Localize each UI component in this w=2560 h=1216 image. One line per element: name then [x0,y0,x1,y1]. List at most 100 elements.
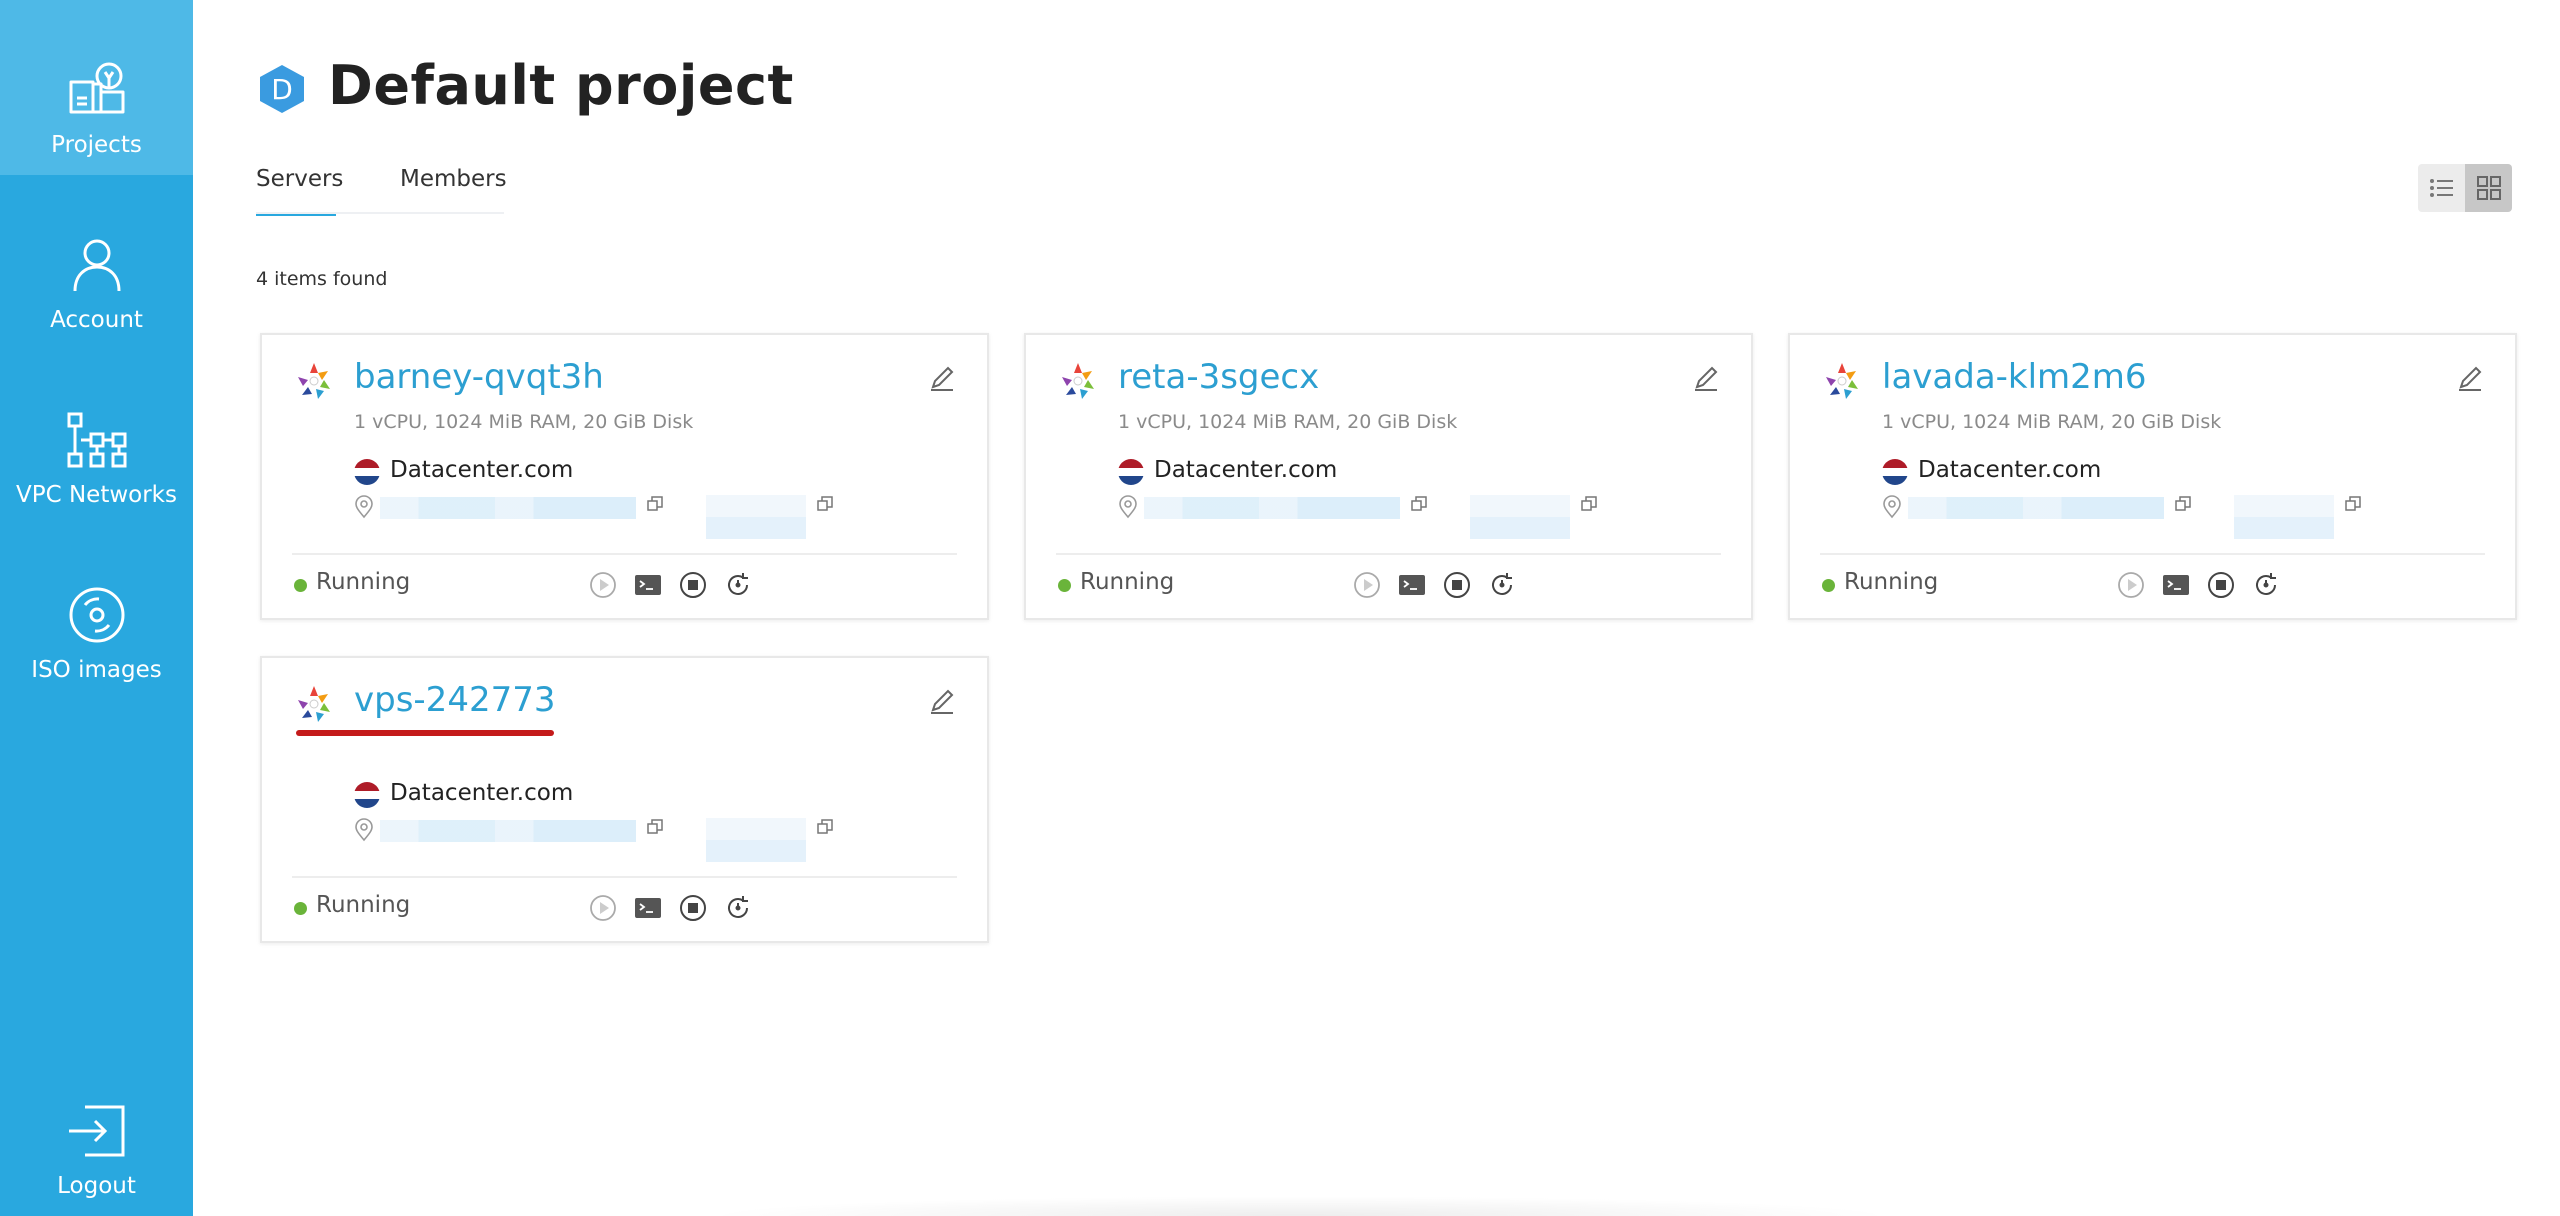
highlight-underline [296,730,554,736]
os-logo-icon [1056,359,1100,403]
logout-icon [65,1099,129,1163]
copy-icon[interactable] [2344,495,2362,513]
server-card[interactable]: vps-242773 Datacenter.com Running [260,656,989,943]
vpc-networks-icon [65,408,129,472]
ipv6-address-redacted [1470,495,1570,539]
sidebar-item-iso-images[interactable]: ISO images [0,525,193,700]
restart-icon [728,573,748,595]
tabs: Servers Members [256,166,507,216]
datacenter-name: Datacenter.com [390,457,574,483]
console-button[interactable] [2161,570,2191,600]
list-view-button[interactable] [2418,164,2465,212]
play-icon [590,895,616,921]
restart-button[interactable] [723,570,753,600]
app-root: Projects Account VPC Networks ISO images… [0,0,2560,1216]
server-name-link[interactable]: reta-3sgecx [1118,357,1319,397]
iso-images-icon [65,583,129,647]
tab-servers[interactable]: Servers [256,166,343,216]
sidebar-item-label: Account [50,307,143,333]
netherlands-flag-icon [1882,459,1908,485]
copy-icon[interactable] [646,495,664,513]
play-icon [2118,572,2144,598]
restart-button[interactable] [723,893,753,923]
copy-icon[interactable] [1580,495,1598,513]
os-logo-icon [1820,359,1864,403]
items-count: 4 items found [256,268,388,290]
sidebar-item-vpc-networks[interactable]: VPC Networks [0,350,193,525]
server-name-link[interactable]: vps-242773 [354,680,555,720]
grid-view-button[interactable] [2465,164,2512,212]
console-button[interactable] [1397,570,1427,600]
start-button[interactable] [588,893,618,923]
ip-address-redacted [1908,497,2164,519]
card-divider [1820,553,2485,555]
logout-button[interactable]: Logout [0,1041,193,1216]
status-text: Running [1080,569,1175,595]
restart-button[interactable] [2251,570,2281,600]
netherlands-flag-icon [354,459,380,485]
copy-icon[interactable] [1410,495,1428,513]
copy-icon[interactable] [816,495,834,513]
server-card[interactable]: barney-qvqt3h 1 vCPU, 1024 MiB RAM, 20 G… [260,333,989,620]
datacenter-name: Datacenter.com [390,780,574,806]
location-pin-icon [354,495,374,519]
terminal-icon [2163,575,2189,595]
edit-icon[interactable] [927,686,957,716]
copy-icon[interactable] [2174,495,2192,513]
project-badge-letter: D [271,72,293,106]
tab-members[interactable]: Members [400,166,507,214]
edit-icon[interactable] [927,363,957,393]
page-title: Default project [328,54,794,117]
start-button[interactable] [588,570,618,600]
ip-address-redacted [380,820,636,842]
card-divider [292,553,957,555]
stop-button[interactable] [678,893,708,923]
status-dot [294,579,307,592]
console-button[interactable] [633,893,663,923]
server-name-link[interactable]: barney-qvqt3h [354,357,604,397]
sidebar-item-projects[interactable]: Projects [0,0,193,175]
netherlands-flag-icon [1118,459,1144,485]
restart-icon [728,896,748,918]
server-name-link[interactable]: lavada-klm2m6 [1882,357,2147,397]
status-dot [1822,579,1835,592]
server-specs: 1 vCPU, 1024 MiB RAM, 20 GiB Disk [1882,411,2222,433]
status-dot [1058,579,1071,592]
copy-icon[interactable] [816,818,834,836]
stop-icon [680,895,706,921]
stop-button[interactable] [678,570,708,600]
terminal-icon [635,898,661,918]
bottom-shadow [700,1196,1900,1216]
stop-button[interactable] [2206,570,2236,600]
sidebar-item-account[interactable]: Account [0,175,193,350]
terminal-icon [635,575,661,595]
start-button[interactable] [1352,570,1382,600]
server-card[interactable]: reta-3sgecx 1 vCPU, 1024 MiB RAM, 20 GiB… [1024,333,1753,620]
status-text: Running [316,569,411,595]
start-button[interactable] [2116,570,2146,600]
list-view-icon [2429,179,2453,197]
sidebar-item-label: ISO images [31,657,162,683]
stop-icon [1444,572,1470,598]
play-icon [590,572,616,598]
edit-icon[interactable] [1691,363,1721,393]
edit-icon[interactable] [2455,363,2485,393]
card-divider [1056,553,1721,555]
server-card[interactable]: lavada-klm2m6 1 vCPU, 1024 MiB RAM, 20 G… [1788,333,2517,620]
stop-button[interactable] [1442,570,1472,600]
server-specs: 1 vCPU, 1024 MiB RAM, 20 GiB Disk [354,411,694,433]
ip-address-redacted [1144,497,1400,519]
stop-icon [680,572,706,598]
project-badge: D [256,63,308,115]
copy-icon[interactable] [646,818,664,836]
location-pin-icon [1118,495,1138,519]
server-specs: 1 vCPU, 1024 MiB RAM, 20 GiB Disk [1118,411,1458,433]
logout-label: Logout [57,1173,136,1199]
restart-button[interactable] [1487,570,1517,600]
netherlands-flag-icon [354,782,380,808]
status-text: Running [316,892,411,918]
sidebar-item-label: Projects [51,132,142,158]
console-button[interactable] [633,570,663,600]
server-actions [588,570,753,600]
card-divider [292,876,957,878]
